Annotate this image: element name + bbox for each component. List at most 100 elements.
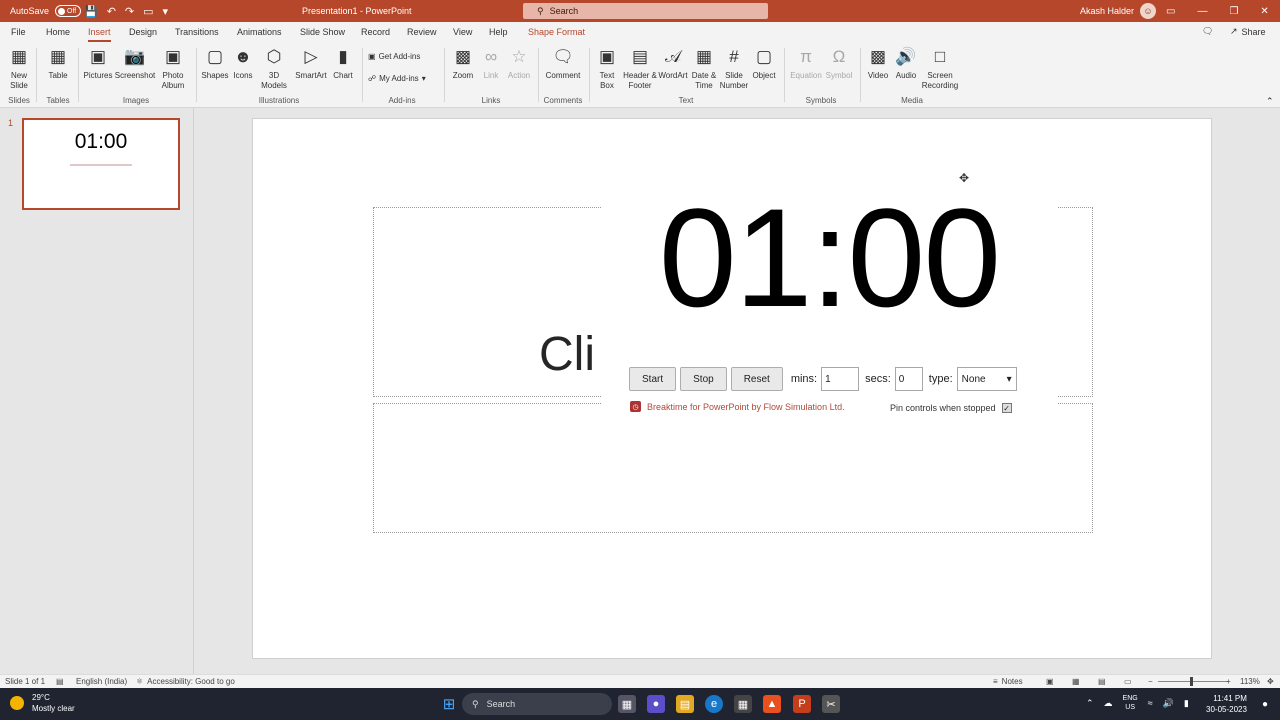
- start-button[interactable]: Start: [629, 367, 677, 391]
- audio-button[interactable]: 🔊 Audio: [892, 46, 920, 81]
- tab-record[interactable]: Record: [361, 27, 390, 37]
- tab-animations[interactable]: Animations: [237, 27, 282, 37]
- tab-home[interactable]: Home: [46, 27, 70, 37]
- autosave-toggle[interactable]: AutoSave Off: [10, 0, 82, 22]
- search-bar[interactable]: ⚲ Search: [523, 3, 768, 19]
- close-icon[interactable]: ✕: [1260, 6, 1268, 17]
- pin-checkbox[interactable]: ✓: [1001, 403, 1012, 413]
- snipping-tool-icon[interactable]: ✂: [822, 695, 840, 713]
- onedrive-icon[interactable]: ☁: [1104, 698, 1113, 709]
- spelling-icon[interactable]: ▤: [56, 677, 64, 686]
- pin-controls-option[interactable]: Pin controls when stopped ✓: [890, 403, 1012, 413]
- avatar[interactable]: ☺: [1140, 3, 1157, 19]
- video-button[interactable]: ▩ Video: [864, 46, 892, 81]
- language-indicator[interactable]: English (India): [76, 677, 127, 686]
- battery-icon[interactable]: ▮: [1184, 698, 1189, 709]
- input-language[interactable]: ENG US: [1123, 694, 1138, 712]
- object-button[interactable]: ▢ Object: [750, 46, 778, 81]
- slideshow-view-icon[interactable]: ▭: [1124, 677, 1132, 686]
- tab-slide-show[interactable]: Slide Show: [300, 27, 345, 37]
- zoom-in-icon[interactable]: +: [1226, 677, 1231, 686]
- taskbar-search[interactable]: ⚲ Search: [462, 693, 612, 715]
- powerpoint-app-icon[interactable]: P: [793, 695, 811, 713]
- chart-button[interactable]: ▮ Chart: [330, 46, 356, 81]
- windows-start-icon[interactable]: ⊞: [440, 695, 458, 713]
- zoom-slider-knob[interactable]: [1190, 677, 1193, 686]
- stop-button[interactable]: Stop: [680, 367, 727, 391]
- 3d-models-button[interactable]: ⬡ 3D Models: [256, 46, 292, 91]
- zoom-out-icon[interactable]: −: [1148, 677, 1153, 686]
- shapes-button[interactable]: ▢ Shapes: [200, 46, 230, 81]
- tab-insert[interactable]: Insert: [88, 27, 111, 42]
- slide-number-button[interactable]: # Slide Number: [718, 46, 750, 91]
- tray-overflow-icon[interactable]: ⌃: [1086, 698, 1094, 709]
- smartart-button[interactable]: ▷ SmartArt: [292, 46, 330, 81]
- screenshot-button[interactable]: 📷 Screenshot: [114, 46, 156, 81]
- notification-icon[interactable]: ●: [1256, 695, 1274, 713]
- zoom-slider[interactable]: [1158, 677, 1228, 686]
- tab-design[interactable]: Design: [129, 27, 157, 37]
- equation-button[interactable]: π Equation: [788, 46, 824, 81]
- normal-view-icon[interactable]: ▣: [1046, 677, 1054, 686]
- date-time-button[interactable]: ▦ Date & Time: [690, 46, 718, 91]
- share-button[interactable]: ↗ Share: [1230, 26, 1266, 37]
- zoom-level[interactable]: 113%: [1240, 677, 1260, 686]
- minimize-icon[interactable]: —: [1197, 6, 1207, 17]
- accessibility-status[interactable]: ⚛ Accessibility: Good to go: [136, 677, 235, 686]
- tab-transitions[interactable]: Transitions: [175, 27, 219, 37]
- reset-button[interactable]: Reset: [730, 367, 783, 391]
- notes-button[interactable]: ≡ Notes: [993, 677, 1023, 686]
- file-explorer-icon[interactable]: ▤: [676, 695, 694, 713]
- brave-browser-icon[interactable]: ▲: [763, 695, 781, 713]
- slide-sorter-icon[interactable]: ▦: [1072, 677, 1080, 686]
- teams-chat-icon[interactable]: ●: [647, 695, 665, 713]
- tab-shape-format[interactable]: Shape Format: [528, 27, 585, 37]
- reading-view-icon[interactable]: ▤: [1098, 677, 1106, 686]
- edge-browser-icon[interactable]: e: [705, 695, 723, 713]
- new-slide-button[interactable]: ▦ New Slide: [6, 46, 32, 91]
- tab-help[interactable]: Help: [489, 27, 508, 37]
- maximize-icon[interactable]: ❐: [1229, 6, 1238, 17]
- header-footer-button[interactable]: ▤ Header & Footer: [622, 46, 658, 91]
- wordart-button[interactable]: 𝒜 WordArt: [658, 46, 688, 81]
- my-addins-button[interactable]: ☍ My Add-ins ▾: [368, 74, 426, 83]
- table-button[interactable]: ▦ Table: [44, 46, 72, 81]
- icons-button[interactable]: ☻ Icons: [230, 46, 256, 81]
- screen-recording-button[interactable]: □ Screen Recording: [920, 46, 960, 91]
- undo-icon[interactable]: ↶: [107, 5, 116, 18]
- action-button[interactable]: ☆ Action: [504, 46, 534, 81]
- slide-canvas[interactable]: Cli 01:00 Start Stop Reset mins: 1 secs:…: [252, 118, 1212, 659]
- user-account[interactable]: Akash Halder ☺: [1080, 0, 1157, 22]
- redo-icon[interactable]: ↷: [125, 5, 134, 18]
- breaktime-brand-link[interactable]: ◷ Breaktime for PowerPoint by Flow Simul…: [630, 401, 845, 412]
- photo-album-button[interactable]: ▣ Photo Album: [156, 46, 190, 91]
- tab-review[interactable]: Review: [407, 27, 437, 37]
- pictures-button[interactable]: ▣ Pictures: [82, 46, 114, 81]
- comments-icon[interactable]: 🗨: [1202, 26, 1213, 37]
- mins-input[interactable]: 1: [821, 367, 860, 391]
- secs-input[interactable]: 0: [894, 367, 923, 391]
- save-icon[interactable]: 💾: [84, 5, 98, 18]
- slide-thumbnail[interactable]: 01:00: [22, 118, 180, 210]
- autosave-switch[interactable]: Off: [55, 5, 82, 17]
- tab-view[interactable]: View: [453, 27, 472, 37]
- present-icon[interactable]: ▭: [143, 5, 153, 18]
- task-view-icon[interactable]: ▦: [618, 695, 636, 713]
- symbol-button[interactable]: Ω Symbol: [824, 46, 854, 81]
- store-icon[interactable]: ▦: [734, 695, 752, 713]
- type-select[interactable]: None ▾: [956, 367, 1017, 391]
- customize-qat-icon[interactable]: ▾: [163, 5, 169, 18]
- wifi-icon[interactable]: ≈: [1148, 698, 1153, 708]
- tab-file[interactable]: File: [11, 27, 26, 37]
- weather-widget[interactable]: 29°C Mostly clear: [10, 692, 75, 714]
- get-addins-button[interactable]: ▣ Get Add-ins: [368, 52, 420, 61]
- volume-icon[interactable]: 🔊: [1163, 698, 1174, 709]
- text-box-button[interactable]: ▣ Text Box: [594, 46, 620, 91]
- link-button[interactable]: ∞ Link: [478, 46, 504, 81]
- subtitle-placeholder[interactable]: [373, 403, 1093, 533]
- taskbar-clock[interactable]: 11:41 PM 30-05-2023: [1206, 693, 1247, 715]
- ribbon-display-icon[interactable]: ▭: [1166, 6, 1175, 17]
- collapse-ribbon-icon[interactable]: ⌃: [1266, 96, 1274, 107]
- fit-to-window-icon[interactable]: ✥: [1267, 677, 1274, 686]
- zoom-button[interactable]: ▩ Zoom: [450, 46, 476, 81]
